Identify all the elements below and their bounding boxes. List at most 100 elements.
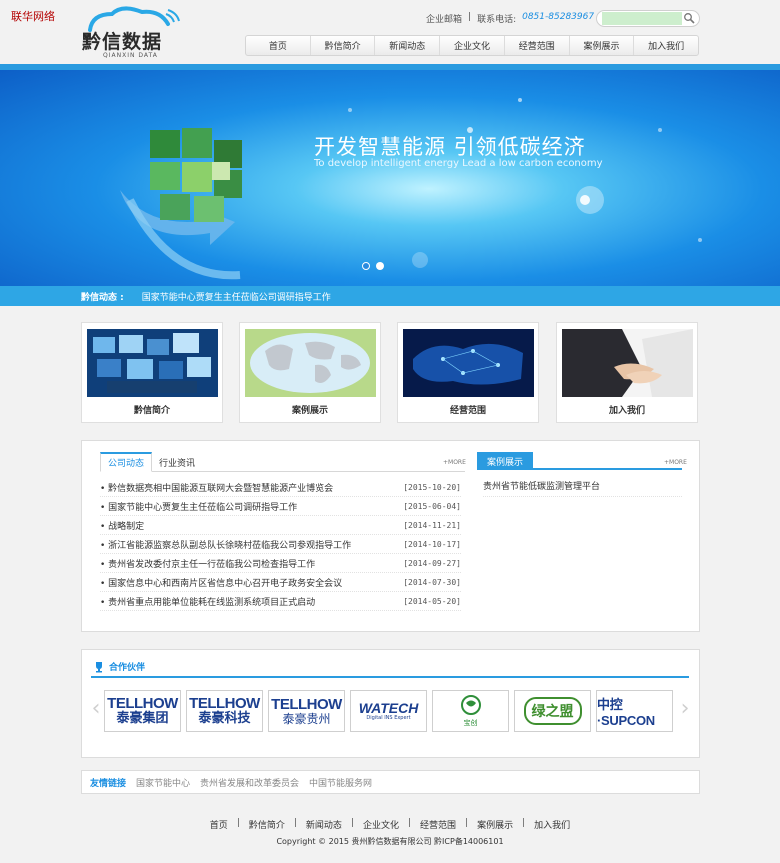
partner-logo[interactable]: 绿之盟	[514, 690, 591, 732]
carousel-dot-1[interactable]	[362, 262, 370, 270]
news-title[interactable]: • 贵州省发改委付京主任一行莅临我公司检查指导工作	[100, 557, 315, 570]
news-row[interactable]: • 战略制定 [2014-11-21]	[100, 516, 461, 535]
cases-header: 案例展示	[477, 452, 682, 470]
feature-caption: 案例展示	[291, 406, 328, 416]
feature-card-about[interactable]: 黔信简介	[81, 322, 223, 423]
nav-item-news[interactable]: 新闻动态	[375, 36, 441, 55]
links-title: 友情链接	[90, 778, 127, 789]
feature-caption: 黔信简介	[133, 406, 170, 416]
partners-next-arrow-icon[interactable]: ›	[680, 694, 690, 722]
news-row[interactable]: • 贵州省重点用能单位能耗在线监测系统项目正式启动 [2014-05-20]	[100, 592, 461, 611]
partner-logo[interactable]: 中控·SUPCON	[596, 690, 673, 732]
news-title[interactable]: • 战略制定	[100, 519, 144, 532]
header-contact: 企业邮箱 | 联系电话: 0851-85283967	[426, 12, 594, 25]
footer-separator: |	[350, 818, 354, 828]
footer-separator: |	[522, 818, 526, 828]
feature-caption: 经营范围	[449, 406, 486, 416]
partner-logo[interactable]: WATECH Digital INS Expert	[350, 690, 427, 732]
nav-item-home[interactable]: 首页	[246, 36, 311, 55]
news-date: [2015-10-20]	[403, 482, 461, 492]
feature-card-cases[interactable]: 案例展示	[239, 322, 381, 423]
footer-nav: 首页 | 黔信简介 | 新闻动态 | 企业文化 | 经营范围 | 案例展示 | 加入我们	[0, 818, 780, 831]
partners-prev-arrow-icon[interactable]: ‹	[91, 694, 101, 722]
network-map-image	[403, 329, 534, 397]
news-row[interactable]: • 贵州省发改委付京主任一行莅临我公司检查指导工作 [2014-09-27]	[100, 554, 461, 573]
partner-logo-top: 宝创	[463, 719, 478, 728]
partner-logo[interactable]: TELLHOW 泰豪科技	[186, 690, 263, 732]
news-tabs: 公司动态 行业资讯	[100, 452, 465, 472]
news-title[interactable]: • 国家信息中心和西南片区省信息中心召开电子政务安全会议	[100, 576, 342, 589]
footer-separator: |	[408, 818, 412, 828]
corner-tag[interactable]: 联华网络	[11, 8, 55, 24]
footer-link-culture[interactable]: 企业文化	[363, 818, 399, 831]
footer-link-about[interactable]: 黔信简介	[249, 818, 285, 831]
partner-logo-top: 绿之盟	[523, 697, 582, 725]
partner-logo-top: TELLHOW	[189, 695, 260, 713]
partner-logo[interactable]: 宝创	[432, 690, 509, 732]
friend-link[interactable]: 贵州省发展和改革委员会	[200, 776, 299, 789]
tab-industry-news[interactable]: 行业资讯	[152, 452, 202, 472]
search-icon[interactable]	[683, 12, 695, 24]
footer-link-cases[interactable]: 案例展示	[477, 818, 513, 831]
nav-item-join[interactable]: 加入我们	[634, 36, 698, 55]
news-title[interactable]: • 贵州省重点用能单位能耗在线监测系统项目正式启动	[100, 595, 315, 608]
friend-links: 友情链接 国家节能中心 贵州省发展和改革委员会 中国节能服务网	[81, 770, 700, 794]
partner-logo-bottom: 泰豪集团	[116, 711, 169, 727]
footer-link-home[interactable]: 首页	[210, 818, 228, 831]
feature-card-join[interactable]: 加入我们	[556, 322, 698, 423]
nav-item-culture[interactable]: 企业文化	[440, 36, 505, 55]
hero-banner[interactable]: 开发智慧能源 引领低碳经济 To develop intelligent ene…	[0, 70, 780, 286]
footer-separator: |	[293, 818, 297, 828]
footer-separator: |	[236, 818, 240, 828]
cases-more-link[interactable]: +MORE	[664, 459, 687, 466]
partner-logo-top: TELLHOW	[271, 695, 342, 713]
search-input[interactable]	[602, 12, 682, 25]
partner-logo[interactable]: TELLHOW 泰豪贵州	[268, 690, 345, 732]
globe-logo-icon	[460, 695, 481, 716]
friend-link[interactable]: 中国节能服务网	[309, 776, 372, 789]
banner-graphic	[120, 98, 702, 280]
news-row[interactable]: • 黔信数据亮相中国能源互联网大会暨智慧能源产业博览会 [2015-10-20]	[100, 478, 461, 497]
trophy-icon	[96, 661, 102, 672]
news-date: [2014-07-30]	[403, 577, 461, 587]
partner-logo[interactable]: TELLHOW 泰豪集团	[104, 690, 181, 732]
partners-title: 合作伙伴	[109, 663, 146, 673]
partner-logo-bottom: Digital INS Expert	[366, 714, 411, 721]
brand-name: 黔信数据	[82, 31, 163, 53]
footer-link-business[interactable]: 经营范围	[420, 818, 456, 831]
case-item[interactable]: 贵州省节能低碳监测管理平台	[483, 479, 682, 497]
ticker-label: 黔信动态 :	[81, 292, 124, 303]
nav-item-about[interactable]: 黔信简介	[311, 36, 376, 55]
news-row[interactable]: • 国家节能中心贾复生主任莅临公司调研指导工作 [2015-06-04]	[100, 497, 461, 516]
news-title[interactable]: • 黔信数据亮相中国能源互联网大会暨智慧能源产业博览会	[100, 481, 333, 494]
copyright: Copyright © 2015 贵州黔信数据有限公司 黔ICP备1400610…	[276, 837, 504, 846]
friend-link[interactable]: 国家节能中心	[136, 776, 190, 789]
nav-item-business[interactable]: 经营范围	[505, 36, 570, 55]
ticker-text[interactable]: 国家节能中心贾复生主任莅临公司调研指导工作	[142, 290, 331, 303]
news-row[interactable]: • 浙江省能源监察总队副总队长徐晓村莅临我公司参观指导工作 [2014-10-17…	[100, 535, 461, 554]
banner-title: 开发智慧能源 引领低碳经济	[314, 135, 586, 159]
news-date: [2014-05-20]	[403, 596, 461, 606]
news-date: [2014-11-21]	[403, 520, 461, 530]
news-date: [2014-09-27]	[403, 558, 461, 568]
feature-caption: 加入我们	[608, 406, 645, 416]
footer-link-news[interactable]: 新闻动态	[306, 818, 342, 831]
news-title[interactable]: • 国家节能中心贾复生主任莅临公司调研指导工作	[100, 500, 297, 513]
partners-header: 合作伙伴	[91, 657, 689, 678]
news-title[interactable]: • 浙江省能源监察总队副总队长徐晓村莅临我公司参观指导工作	[100, 538, 351, 551]
footer-separator: |	[465, 818, 469, 828]
world-map-image	[245, 329, 376, 397]
phone-label: 联系电话:	[477, 15, 517, 25]
partner-logo-bottom: 泰豪科技	[198, 711, 251, 727]
cases-title[interactable]: 案例展示	[477, 452, 533, 470]
phone-number: 0851-85283967	[522, 12, 595, 22]
footer-link-join[interactable]: 加入我们	[534, 818, 570, 831]
handshake-image	[562, 329, 693, 397]
carousel-dot-2[interactable]	[376, 262, 384, 270]
news-row[interactable]: • 国家信息中心和西南片区省信息中心召开电子政务安全会议 [2014-07-30]	[100, 573, 461, 592]
mailbox-link[interactable]: 企业邮箱	[426, 12, 462, 25]
nav-item-cases[interactable]: 案例展示	[570, 36, 635, 55]
feature-card-business[interactable]: 经营范围	[397, 322, 539, 423]
tab-company-news[interactable]: 公司动态	[100, 452, 153, 472]
news-more-link[interactable]: +MORE	[443, 459, 466, 466]
